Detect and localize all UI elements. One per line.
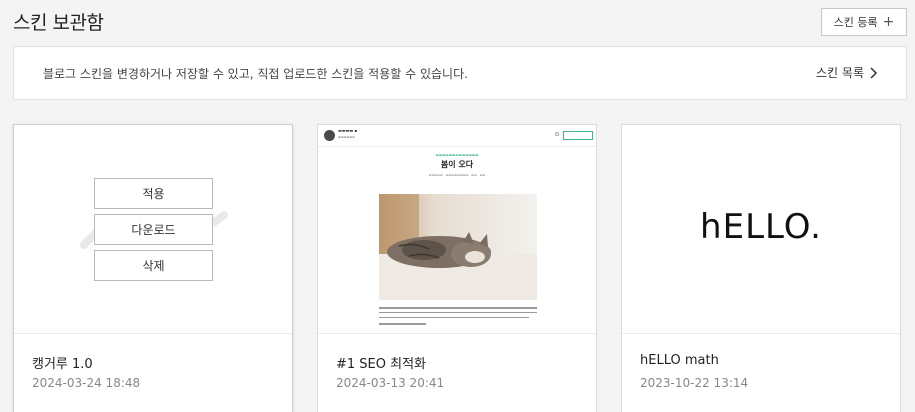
avatar [324,130,335,141]
skin-title: 캥거루 1.0 [32,357,93,372]
cat-photo-image [379,194,537,300]
skin-thumbnail: hELLO. [622,125,900,334]
page-title: 스킨 보관함 [13,12,104,34]
skin-card[interactable]: 적용 다운로드 삭제 캥거루 1.0 2024-03-24 18:48 [13,124,293,412]
skin-date: 2024-03-13 20:41 [336,376,445,390]
thumbnail-meta: ▬▬▬▬▬ · ▬▬▬▬▬▬▬▬ · ▬▬ · ▬▬ [428,173,486,177]
apply-button[interactable]: 적용 [94,178,213,209]
skin-title: #1 SEO 최적화 [336,357,427,372]
skin-date: 2023-10-22 13:14 [640,376,749,390]
thumbnail-post-title: 봄이 오다 [440,160,474,169]
thumbnail-header: ▬▬▬▬ ▪ ▬▬▬▬▬▬ [318,125,596,147]
info-text: 블로그 스킨을 변경하거나 저장할 수 있고, 직접 업로드한 스킨을 적용할 … [43,67,468,81]
skin-card[interactable]: hELLO. hELLO math 2023-10-22 13:14 [621,124,901,412]
thumbnail-blog-name: ▬▬▬▬ ▪ [338,128,358,133]
search-icon [555,132,559,136]
register-skin-button[interactable]: 스킨 등록 + [821,8,907,36]
delete-button[interactable]: 삭제 [94,250,213,281]
skin-thumbnail: ▬▬▬▬ ▪ ▬▬▬▬▬▬ ▬▬▬▬▬▬▬▬▬▬▬▬▬ 봄이 오다 ▬▬▬▬▬ … [318,125,596,334]
thumbnail-blog-sub: ▬▬▬▬▬▬ [338,135,356,139]
chevron-right-icon [870,66,878,79]
info-bar: 블로그 스킨을 변경하거나 저장할 수 있고, 직접 업로드한 스킨을 적용할 … [13,46,907,100]
register-skin-label: 스킨 등록 [833,16,878,29]
plus-icon: + [882,14,895,30]
thumbnail-category: ▬▬▬▬▬▬▬▬▬▬▬▬▬ [435,153,479,157]
thumbnail-logo-text: hELLO. [700,207,822,247]
skin-date: 2024-03-24 18:48 [32,376,141,390]
download-button[interactable]: 다운로드 [94,214,213,245]
skin-list-link[interactable]: 스킨 목록 [816,64,878,81]
thumbnail-search-box [563,131,593,140]
skin-list-label: 스킨 목록 [816,66,864,80]
skin-card[interactable]: ▬▬▬▬ ▪ ▬▬▬▬▬▬ ▬▬▬▬▬▬▬▬▬▬▬▬▬ 봄이 오다 ▬▬▬▬▬ … [317,124,597,412]
skin-thumbnail: 적용 다운로드 삭제 [14,125,292,334]
thumbnail-body-text [379,307,537,328]
skin-title: hELLO math [640,353,719,368]
